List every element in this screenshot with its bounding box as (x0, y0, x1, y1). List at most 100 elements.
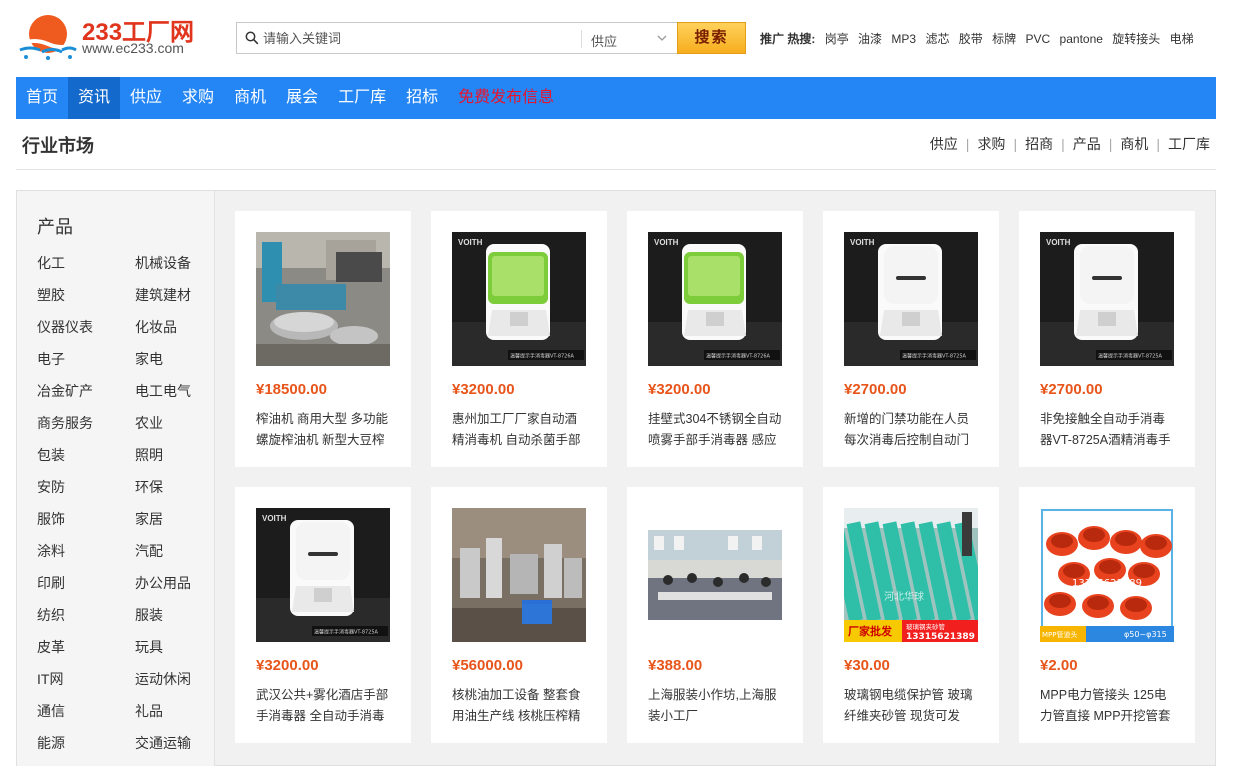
product-image[interactable]: 13315621389 MPP管道头 φ50~φ315 (1040, 508, 1174, 642)
sidebar-category[interactable]: 仪器仪表 (37, 317, 93, 337)
sidebar-category[interactable]: 安防 (37, 477, 65, 497)
section-link[interactable]: 产品 (1073, 136, 1101, 152)
section-link[interactable]: 招商 (1025, 136, 1053, 152)
nav-home[interactable]: 首页 (16, 77, 68, 119)
hot-term[interactable]: MP3 (891, 32, 916, 46)
product-card[interactable]: 厂家批发 玻璃钢夹砂管 13315621389 河北华球 ¥30.00 玻璃钢电缆… (823, 487, 999, 743)
product-card[interactable]: VOITH 温馨提示手消毒器VT-8725A ¥2700.00 新增的门禁功能在人… (823, 211, 999, 467)
product-card[interactable]: ¥56000.00 核桃油加工设备 整套食用油生产线 核桃压榨精 (431, 487, 607, 743)
sidebar-category[interactable]: 电子 (37, 349, 65, 369)
sidebar-category[interactable]: 机械设备 (135, 253, 191, 273)
section-link[interactable]: 工厂库 (1168, 136, 1210, 152)
section-link[interactable]: 供应 (930, 136, 958, 152)
sidebar-category[interactable]: 交通运输 (135, 733, 191, 753)
nav-exhibition[interactable]: 展会 (276, 77, 328, 119)
product-card[interactable]: VOITH 温馨提示手消毒器VT-8726A ¥3200.00 惠州加工厂厂家自动… (431, 211, 607, 467)
sidebar-category[interactable]: IT网 (37, 669, 63, 689)
sidebar-category[interactable]: 服装 (135, 605, 163, 625)
sidebar-category[interactable]: 家居 (135, 509, 163, 529)
product-title[interactable]: 核桃油加工设备 整套食用油生产线 核桃压榨精 (452, 685, 588, 727)
sidebar-category[interactable]: 农业 (135, 413, 163, 433)
sidebar-category[interactable]: 照明 (135, 445, 163, 465)
divider: | (1013, 136, 1018, 152)
sidebar-category[interactable]: 商务服务 (37, 413, 93, 433)
product-image[interactable] (452, 508, 586, 642)
product-image[interactable] (256, 232, 390, 366)
product-image[interactable]: VOITH 温馨提示手消毒器VT-8726A (648, 232, 782, 366)
product-card[interactable]: VOITH 温馨提示手消毒器VT-8725A ¥2700.00 非免接触全自动手消… (1019, 211, 1195, 467)
product-card[interactable]: VOITH 温馨提示手消毒器VT-8726A ¥3200.00 挂壁式304不锈钢… (627, 211, 803, 467)
hot-term[interactable]: 旋转接头 (1112, 32, 1160, 46)
nav-tender[interactable]: 招标 (396, 77, 448, 119)
nav-supply[interactable]: 供应 (120, 77, 172, 119)
product-card[interactable]: 13315621389 MPP管道头 φ50~φ315 ¥2.00 MPP电力管接… (1019, 487, 1195, 743)
product-card[interactable]: ¥388.00 上海服装小作坊,上海服装小工厂 (627, 487, 803, 743)
sidebar-category[interactable]: 化工 (37, 253, 65, 273)
product-title[interactable]: 惠州加工厂厂家自动酒精消毒机 自动杀菌手部手 (452, 409, 588, 451)
product-image[interactable] (648, 508, 782, 642)
hot-term[interactable]: 电梯 (1170, 32, 1194, 46)
nav-business[interactable]: 商机 (224, 77, 276, 119)
search-divider (581, 30, 582, 48)
search-type-select[interactable]: 供应 (591, 31, 617, 50)
site-logo[interactable]: 233工厂网 www.ec233.com (16, 8, 216, 64)
sidebar-category[interactable]: 礼品 (135, 701, 163, 721)
sidebar-category[interactable]: 电工电气 (135, 381, 191, 401)
search-button[interactable]: 搜索 (677, 22, 746, 54)
sidebar-category[interactable]: 纺织 (37, 605, 65, 625)
image-model-text: 温馨提示手消毒器VT-8726A (706, 353, 771, 360)
product-image[interactable]: 厂家批发 玻璃钢夹砂管 13315621389 河北华球 (844, 508, 978, 642)
sidebar-category[interactable]: 建筑建材 (135, 285, 191, 305)
product-image[interactable]: VOITH 温馨提示手消毒器VT-8725A (1040, 232, 1174, 366)
sidebar-category[interactable]: 服饰 (37, 509, 65, 529)
nav-factory[interactable]: 工厂库 (328, 77, 396, 119)
sidebar-category[interactable]: 运动休闲 (135, 669, 191, 689)
hot-term[interactable]: 滤芯 (925, 32, 949, 46)
hot-term[interactable]: pantone (1060, 32, 1103, 46)
product-title[interactable]: 榨油机 商用大型 多功能螺旋榨油机 新型大豆榨 (256, 409, 392, 451)
section-link[interactable]: 求购 (977, 136, 1005, 152)
sidebar-category[interactable]: 冶金矿产 (37, 381, 93, 401)
sidebar-category[interactable]: 包装 (37, 445, 65, 465)
sidebar-category[interactable]: 家电 (135, 349, 163, 369)
search-input[interactable] (263, 25, 577, 51)
product-title[interactable]: MPP电力管接头 125电力管直接 MPP开挖管套 (1040, 685, 1176, 727)
product-title[interactable]: 玻璃钢电缆保护管 玻璃纤维夹砂管 现货可发 (844, 685, 980, 727)
sidebar-category[interactable]: 办公用品 (135, 573, 191, 593)
image-phone-text: 13315621389 (906, 632, 975, 642)
product-image[interactable]: VOITH 温馨提示手消毒器VT-8725A (844, 232, 978, 366)
image-brand-text: VOITH (850, 238, 875, 247)
product-title[interactable]: 新增的门禁功能在人员每次消毒后控制自动门打开 (844, 409, 980, 451)
product-image[interactable]: VOITH 温馨提示手消毒器VT-8726A (452, 232, 586, 366)
nav-purchase[interactable]: 求购 (172, 77, 224, 119)
hot-label: 推广 热搜: (760, 32, 816, 46)
sidebar-category[interactable]: 玩具 (135, 637, 163, 657)
product-title[interactable]: 非免接触全自动手消毒器VT-8725A酒精消毒手臂 (1040, 409, 1176, 451)
sidebar-category[interactable]: 化妆品 (135, 317, 177, 337)
sidebar-category[interactable]: 环保 (135, 477, 163, 497)
market-panel: 产品 化工 机械设备 塑胶 建筑建材 仪器仪表 化妆品 电子 家电 冶金矿产 电工电气 商务服务 农业… (16, 190, 1216, 766)
nav-news[interactable]: 资讯 (68, 77, 121, 119)
hot-term[interactable]: 油漆 (858, 32, 882, 46)
nav-free-post[interactable]: 免费发布信息 (448, 77, 564, 119)
product-image[interactable]: VOITH 温馨提示手消毒器VT-8725A (256, 508, 390, 642)
sidebar-category[interactable]: 涂料 (37, 541, 65, 561)
sidebar-category[interactable]: 塑胶 (37, 285, 65, 305)
chevron-down-icon[interactable] (657, 33, 667, 43)
hot-term[interactable]: 标牌 (992, 32, 1016, 46)
hot-term[interactable]: 胶带 (959, 32, 983, 46)
product-card[interactable]: ¥18500.00 榨油机 商用大型 多功能螺旋榨油机 新型大豆榨 (235, 211, 411, 467)
product-title[interactable]: 武汉公共+雾化酒店手部手消毒器 全自动手消毒 (256, 685, 392, 727)
sidebar-category[interactable]: 汽配 (135, 541, 163, 561)
section-link[interactable]: 商机 (1120, 136, 1148, 152)
sidebar-category[interactable]: 通信 (37, 701, 65, 721)
hot-term[interactable]: PVC (1026, 32, 1051, 46)
product-title[interactable]: 挂壁式304不锈钢全自动喷雾手部手消毒器 感应 (648, 409, 784, 451)
product-card[interactable]: VOITH 温馨提示手消毒器VT-8725A ¥3200.00 武汉公共+雾化酒店… (235, 487, 411, 743)
search-box: 供应 (236, 22, 678, 54)
sidebar-category[interactable]: 皮革 (37, 637, 65, 657)
hot-term[interactable]: 岗亭 (825, 32, 849, 46)
sidebar-category[interactable]: 能源 (37, 733, 65, 753)
product-title[interactable]: 上海服装小作坊,上海服装小工厂 (648, 685, 784, 727)
sidebar-category[interactable]: 印刷 (37, 573, 65, 593)
